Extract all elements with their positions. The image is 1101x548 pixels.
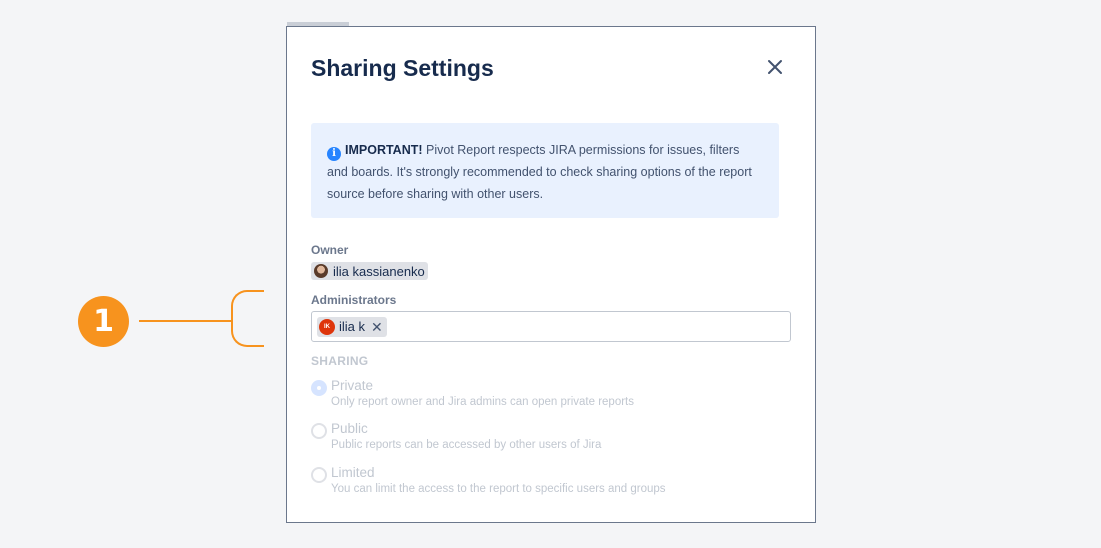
important-label: IMPORTANT!	[345, 143, 423, 157]
sharing-section-heading: SHARING	[311, 354, 369, 368]
limited-description: You can limit the access to the report t…	[331, 483, 666, 495]
remove-administrator-icon[interactable]: ✕	[371, 320, 383, 334]
dialog-title: Sharing Settings	[311, 55, 494, 81]
administrator-chip: IK ilia k ✕	[317, 316, 387, 337]
sharing-settings-dialog: Sharing Settings i IMPORTANT! Pivot Repor…	[286, 26, 816, 523]
owner-label: Owner	[311, 243, 349, 257]
callout-bracket	[231, 290, 264, 347]
owner-avatar	[314, 264, 328, 278]
administrators-label: Administrators	[311, 293, 397, 307]
public-radio[interactable]	[311, 423, 327, 439]
limited-label: Limited	[331, 465, 375, 480]
administrator-name: ilia k	[339, 319, 366, 334]
owner-name: ilia kassianenko	[333, 263, 425, 279]
public-description: Public reports can be accessed by other …	[331, 439, 602, 451]
callout-number-badge: 1	[78, 296, 129, 347]
private-description: Only report owner and Jira admins can op…	[331, 396, 634, 408]
info-icon: i	[327, 147, 341, 161]
owner-chip: ilia kassianenko	[311, 262, 428, 280]
administrators-input[interactable]: IK ilia k ✕	[311, 311, 791, 342]
callout-connector-line	[139, 320, 231, 322]
important-info-panel: i IMPORTANT! Pivot Report respects JIRA p…	[311, 123, 779, 218]
public-label: Public	[331, 421, 368, 436]
close-icon	[768, 60, 782, 74]
limited-radio[interactable]	[311, 467, 327, 483]
close-button[interactable]	[763, 55, 787, 79]
private-radio[interactable]	[311, 380, 327, 396]
administrator-avatar: IK	[319, 318, 335, 335]
private-label: Private	[331, 378, 374, 393]
